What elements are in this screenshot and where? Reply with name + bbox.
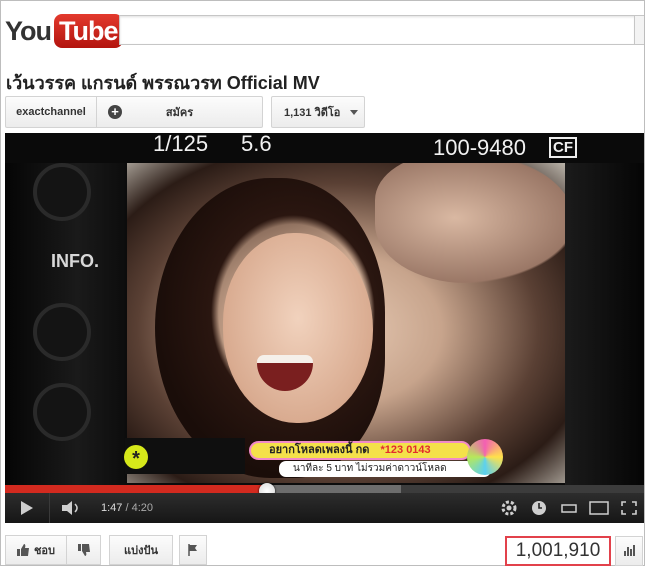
time-display: 1:47 / 4:20 xyxy=(101,502,154,514)
play-icon xyxy=(21,501,33,515)
plus-icon: + xyxy=(108,105,122,119)
youtube-logo[interactable]: You Tube xyxy=(5,13,123,49)
gear-icon xyxy=(501,500,517,516)
action-bar: ชอบ แบ่งปัน xyxy=(5,535,207,565)
small-player-icon xyxy=(561,504,577,513)
camera-dial xyxy=(33,163,91,221)
share-button[interactable]: แบ่งปัน xyxy=(109,535,173,565)
logo-you-text: You xyxy=(5,15,52,46)
aperture-readout: 5.6 xyxy=(241,133,272,156)
camera-dial xyxy=(33,383,91,441)
video-count-label: 1,131 วิดีโอ xyxy=(284,107,341,119)
shots-readout: 100-9480 xyxy=(433,135,526,160)
volume-button[interactable] xyxy=(49,493,93,523)
control-bar: 1:47 / 4:20 xyxy=(5,493,644,523)
current-time: 1:47 xyxy=(101,502,123,514)
large-player-icon xyxy=(589,501,609,515)
video-player[interactable]: INFO. 1/125 5.6 100-9480 CF * อยากโหลดเพ… xyxy=(5,133,644,523)
page-frame: You Tube เว้นวรรค แกรนด์ พรรณวรท Officia… xyxy=(0,0,645,566)
like-button[interactable]: ชอบ xyxy=(5,535,67,565)
video-count-dropdown[interactable]: 1,131 วิดีโอ xyxy=(271,96,365,128)
ad-overlay-line1[interactable]: อยากโหลดเพลงนี้ กด *123 0143 xyxy=(249,441,471,460)
face-shape xyxy=(223,233,373,423)
shutter-readout: 1/125 xyxy=(153,133,209,156)
card-readout: CF xyxy=(549,137,577,158)
settings-button[interactable] xyxy=(494,493,524,523)
like-label: ชอบ xyxy=(33,545,56,557)
camera-info-label: INFO. xyxy=(51,251,99,271)
star-icon: * xyxy=(124,445,148,470)
stats-icon xyxy=(623,551,626,556)
thumbs-down-icon xyxy=(77,544,90,556)
flag-icon xyxy=(188,544,197,556)
subscribe-button[interactable]: + สมัคร xyxy=(97,96,263,128)
small-player-button[interactable] xyxy=(554,493,584,523)
logo-tube-text: Tube xyxy=(54,14,123,48)
subscribe-label: สมัคร xyxy=(165,107,194,119)
camera-top-strip: 1/125 5.6 100-9480 CF xyxy=(5,133,644,163)
watch-later-button[interactable] xyxy=(524,493,554,523)
total-time: 4:20 xyxy=(131,502,154,514)
large-player-button[interactable] xyxy=(584,493,614,523)
video-title: เว้นวรรค แกรนด์ พรรณวรท Official MV xyxy=(6,73,320,93)
channel-bar: exactchannel + สมัคร 1,131 วิดีโอ xyxy=(5,96,365,128)
stats-button[interactable] xyxy=(615,536,643,566)
ad-overlay-line2: นาทีละ 5 บาท ไม่รวมค่าดาวน์โหลด xyxy=(279,461,491,477)
dislike-button[interactable] xyxy=(67,535,101,565)
camera-body-left: INFO. xyxy=(5,133,125,485)
fullscreen-icon xyxy=(621,501,637,515)
chevron-down-icon xyxy=(350,109,359,115)
search-input[interactable] xyxy=(119,15,635,45)
search-button[interactable] xyxy=(634,15,644,45)
flag-button[interactable] xyxy=(179,535,207,565)
view-count: 1,001,910 xyxy=(505,536,611,566)
ad-code-text: *123 0143 xyxy=(380,444,431,456)
ad-badge-icon xyxy=(467,439,503,475)
play-button[interactable] xyxy=(5,493,49,523)
camera-body-right xyxy=(565,133,644,485)
volume-icon xyxy=(61,501,78,515)
thumbs-up-icon xyxy=(16,544,29,556)
progress-bar[interactable] xyxy=(5,485,644,493)
ad-line1-text: อยากโหลดเพลงนี้ กด xyxy=(269,444,370,456)
clock-icon xyxy=(532,501,546,515)
played-bar xyxy=(5,485,268,493)
camera-dial xyxy=(33,303,91,361)
video-frame[interactable]: INFO. 1/125 5.6 100-9480 CF * อยากโหลดเพ… xyxy=(5,133,644,485)
channel-name-button[interactable]: exactchannel xyxy=(5,96,97,128)
fullscreen-button[interactable] xyxy=(614,493,644,523)
